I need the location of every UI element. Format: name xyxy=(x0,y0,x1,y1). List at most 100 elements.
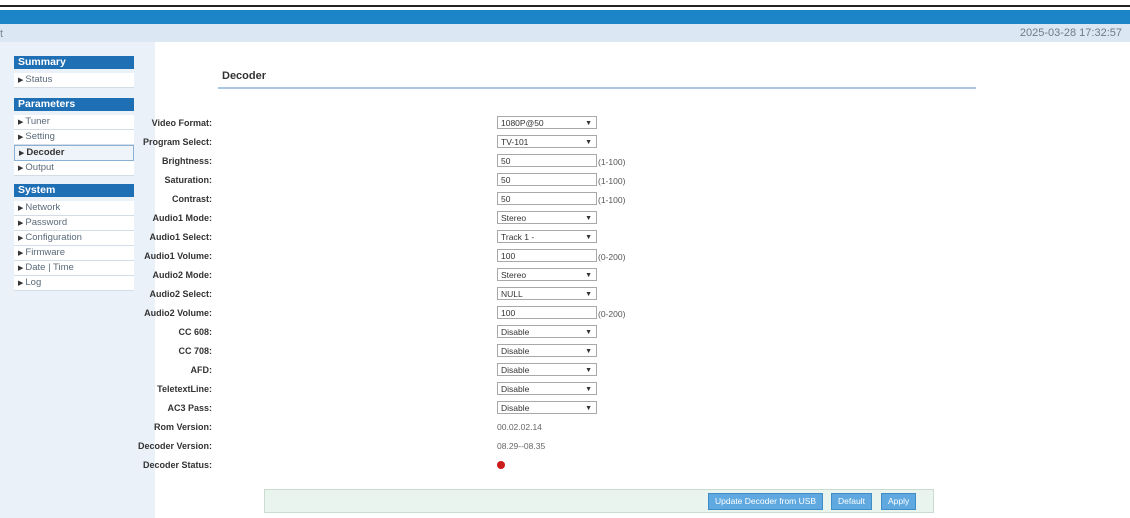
row-audio2-volume: Audio2 Volume: 100 (0-200) xyxy=(144,305,860,321)
title-divider xyxy=(218,87,976,89)
audio2-mode-select[interactable]: Stereo ▼ xyxy=(497,268,597,281)
saturation-input[interactable]: 50 xyxy=(497,173,597,186)
program-select-value: TV-101 xyxy=(501,137,529,147)
chevron-down-icon: ▼ xyxy=(585,272,592,279)
afd-value: Disable xyxy=(501,365,530,375)
sidebar-section-summary: Summary xyxy=(14,56,134,69)
row-audio2-mode: Audio2 Mode: Stereo ▼ xyxy=(153,267,860,283)
chevron-down-icon: ▼ xyxy=(585,139,592,146)
row-contrast: Contrast: 50 (1-100) xyxy=(160,191,860,207)
row-program-select: Program Select: TV-101 ▼ xyxy=(143,134,860,150)
teletext-line-value: Disable xyxy=(501,384,530,394)
audio1-volume-range: (0-200) xyxy=(598,252,626,262)
cc708-label: CC 708: xyxy=(178,346,212,356)
video-format-value: 1080P@50 xyxy=(501,118,544,128)
row-decoder-version: Decoder Version: 08.29--08.35 xyxy=(138,438,860,454)
video-format-select[interactable]: 1080P@50 ▼ xyxy=(497,116,597,129)
program-select-select[interactable]: TV-101 ▼ xyxy=(497,135,597,148)
page-title: Decoder xyxy=(222,70,267,82)
default-button[interactable]: Default xyxy=(831,493,872,510)
chevron-down-icon: ▼ xyxy=(585,386,592,393)
cc608-value: Disable xyxy=(501,327,530,337)
cc608-label: CC 608: xyxy=(178,327,212,337)
row-ac3-pass: AC3 Pass: Disable ▼ xyxy=(160,400,860,416)
row-teletext-line: TeletextLine: Disable ▼ xyxy=(157,381,860,397)
audio1-mode-select[interactable]: Stereo ▼ xyxy=(497,211,597,224)
cc708-select[interactable]: Disable ▼ xyxy=(497,344,597,357)
chevron-down-icon: ▼ xyxy=(585,329,592,336)
audio1-select-select[interactable]: Track 1 - ▼ xyxy=(497,230,597,243)
row-audio1-mode: Audio1 Mode: Stereo ▼ xyxy=(153,210,860,226)
rom-version-value: 00.02.02.14 xyxy=(497,422,542,432)
chevron-down-icon: ▼ xyxy=(585,120,592,127)
cc708-value: Disable xyxy=(501,346,530,356)
audio2-select-label: Audio2 Select: xyxy=(149,289,212,299)
main-panel: Decoder Video Format: 1080P@50 ▼ Program … xyxy=(138,42,1130,518)
saturation-range: (1-100) xyxy=(598,176,626,186)
ac3-pass-label: AC3 Pass: xyxy=(167,403,212,413)
decoder-version-label: Decoder Version: xyxy=(137,441,212,451)
audio1-mode-label: Audio1 Mode: xyxy=(152,213,213,223)
audio2-volume-label: Audio2 Volume: xyxy=(144,308,212,318)
action-bar: Update Decoder from USB Default Apply xyxy=(264,489,934,513)
afd-label: AFD: xyxy=(190,365,213,375)
row-audio1-volume: Audio1 Volume: 100 (0-200) xyxy=(144,248,860,264)
status-led-icon xyxy=(497,461,505,469)
audio2-volume-input[interactable]: 100 xyxy=(497,306,597,319)
cc608-select[interactable]: Disable ▼ xyxy=(497,325,597,338)
audio2-volume-range: (0-200) xyxy=(598,309,626,319)
audio1-volume-input[interactable]: 100 xyxy=(497,249,597,262)
row-saturation: Saturation: 50 (1-100) xyxy=(160,172,860,188)
top-rule xyxy=(0,5,1130,7)
audio2-select-value: NULL xyxy=(501,289,523,299)
chevron-down-icon: ▼ xyxy=(585,234,592,241)
chevron-down-icon: ▼ xyxy=(585,215,592,222)
row-afd: AFD: Disable ▼ xyxy=(160,362,860,378)
audio1-mode-value: Stereo xyxy=(501,213,527,223)
row-decoder-status: Decoder Status: xyxy=(143,457,860,473)
video-format-label: Video Format: xyxy=(151,118,212,128)
audio1-select-value: Track 1 - xyxy=(501,232,535,242)
row-cc708: CC 708: Disable ▼ xyxy=(160,343,860,359)
row-cc608: CC 608: Disable ▼ xyxy=(160,324,860,340)
audio2-mode-value: Stereo xyxy=(501,270,527,280)
audio2-mode-label: Audio2 Mode: xyxy=(152,270,213,280)
row-audio1-select: Audio1 Select: Track 1 - ▼ xyxy=(149,229,860,245)
row-brightness: Brightness: 50 (1-100) xyxy=(160,153,860,169)
ac3-pass-select[interactable]: Disable ▼ xyxy=(497,401,597,414)
rom-version-label: Rom Version: xyxy=(153,422,212,432)
saturation-label: Saturation: xyxy=(164,175,212,185)
chevron-down-icon: ▼ xyxy=(585,367,592,374)
apply-button[interactable]: Apply xyxy=(881,493,917,510)
decoder-version-value: 08.29--08.35 xyxy=(497,441,546,451)
row-rom-version: Rom Version: 00.02.02.14 xyxy=(154,419,860,435)
update-decoder-usb-button[interactable]: Update Decoder from USB xyxy=(708,493,824,510)
header-left-mark: t xyxy=(0,28,4,40)
status-bar: t 2025-03-28 17:32:57 xyxy=(0,24,1130,42)
triangle-right-icon: ▶ xyxy=(18,77,24,84)
sidebar-item-status[interactable]: ▶ Status xyxy=(14,73,134,88)
contrast-label: Contrast: xyxy=(172,194,212,204)
contrast-input[interactable]: 50 xyxy=(497,192,597,205)
audio1-volume-label: Audio1 Volume: xyxy=(144,251,212,261)
audio1-select-label: Audio1 Select: xyxy=(149,232,212,242)
chevron-down-icon: ▼ xyxy=(585,405,592,412)
ac3-pass-value: Disable xyxy=(501,403,530,413)
chevron-down-icon: ▼ xyxy=(585,348,592,355)
decoder-status-label: Decoder Status: xyxy=(142,460,212,470)
brightness-input[interactable]: 50 xyxy=(497,154,597,167)
program-select-label: Program Select: xyxy=(142,137,212,147)
datetime-display: 2025-03-28 17:32:57 xyxy=(1019,27,1122,39)
afd-select[interactable]: Disable ▼ xyxy=(497,363,597,376)
row-video-format: Video Format: 1080P@50 ▼ xyxy=(152,115,860,131)
contrast-range: (1-100) xyxy=(598,195,626,205)
header-bar xyxy=(0,10,1130,24)
teletext-line-label: TeletextLine: xyxy=(157,384,212,394)
audio2-select-select[interactable]: NULL ▼ xyxy=(497,287,597,300)
teletext-line-select[interactable]: Disable ▼ xyxy=(497,382,597,395)
row-audio2-select: Audio2 Select: NULL ▼ xyxy=(149,286,860,302)
brightness-label: Brightness: xyxy=(161,156,212,166)
sidebar-item-label: Status xyxy=(25,74,53,85)
chevron-down-icon: ▼ xyxy=(585,291,592,298)
sidebar-section-parameters: Parameters xyxy=(14,98,134,111)
